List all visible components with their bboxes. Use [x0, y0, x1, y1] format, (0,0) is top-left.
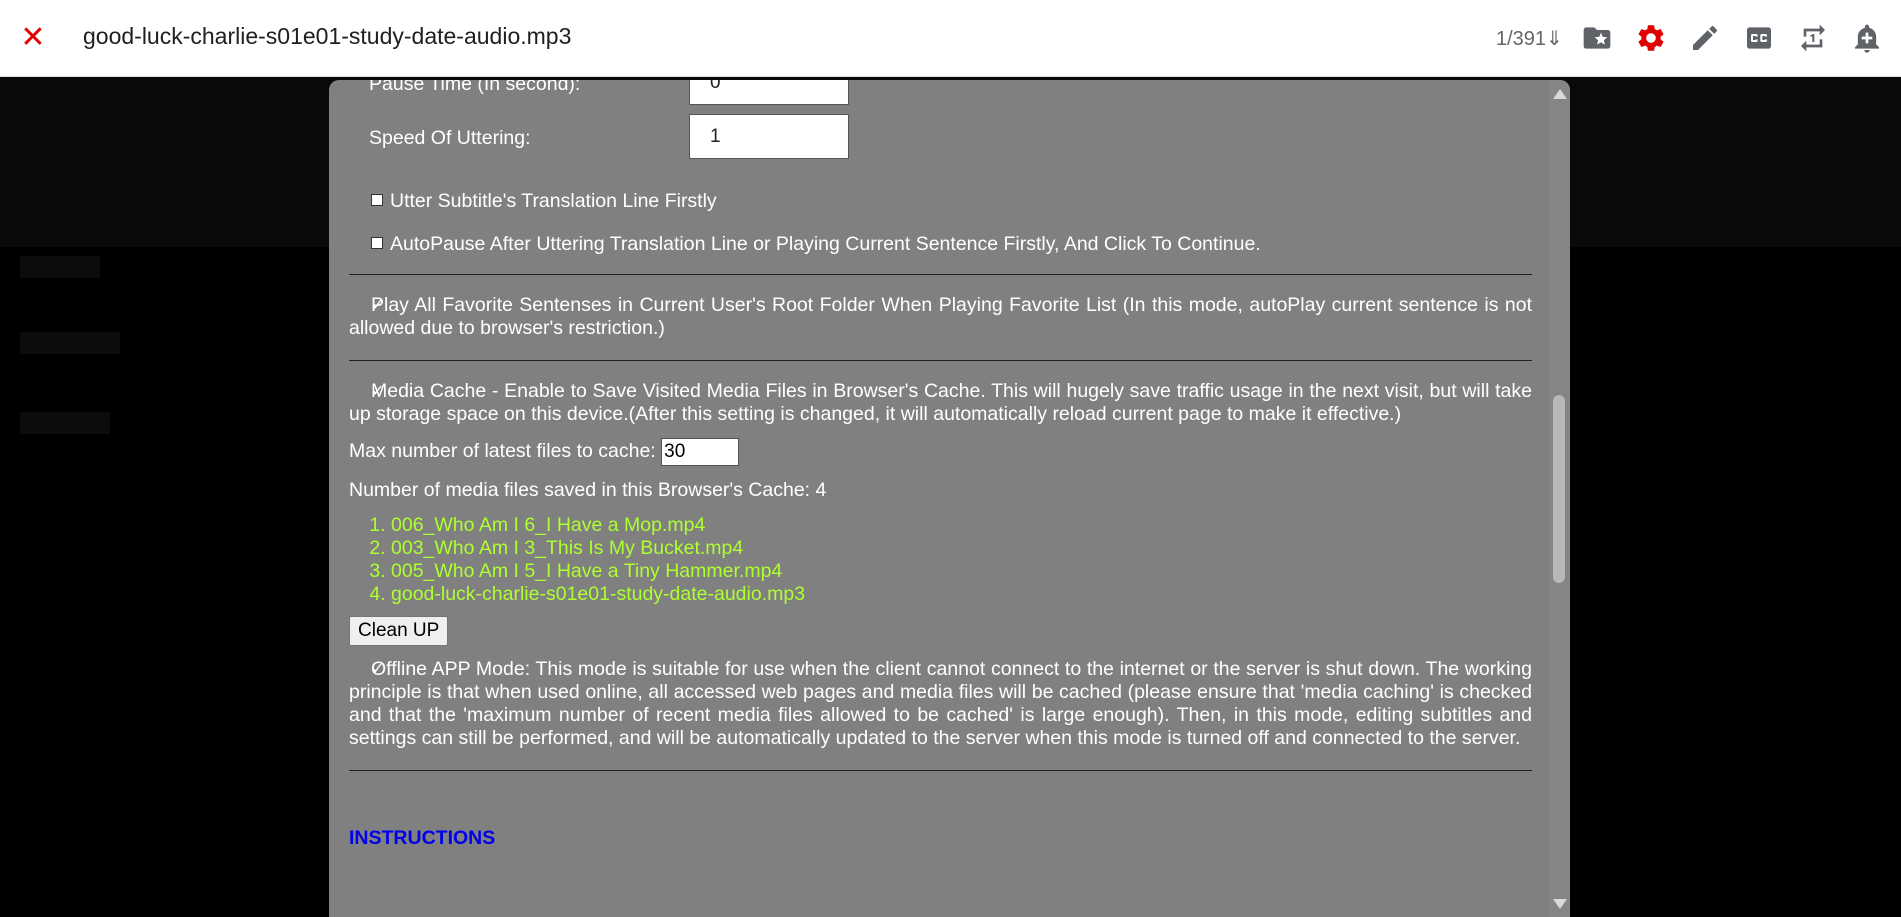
offline-mode-label: Offline APP Mode: This mode is suitable …	[349, 658, 1532, 749]
media-cache-option[interactable]: ✓ Media Cache - Enable to Save Visited Me…	[349, 380, 1532, 426]
offline-check-icon[interactable]: ✓	[349, 658, 384, 681]
favorites-label: Play All Favorite Sentenses in Current U…	[349, 294, 1532, 339]
clean-up-button[interactable]: Clean UP	[349, 616, 449, 646]
utter-translation-checkbox[interactable]	[371, 194, 383, 206]
instructions-link[interactable]: INSTRUCTIONS	[349, 827, 1532, 850]
background-row	[20, 256, 100, 278]
file-title: good-luck-charlie-s01e01-study-date-audi…	[83, 23, 572, 49]
vertical-scrollbar[interactable]	[1549, 80, 1570, 917]
autopause-option[interactable]: AutoPause After Uttering Translation Lin…	[349, 233, 1532, 256]
bookmark-folder-icon[interactable]	[1581, 22, 1613, 54]
cc-icon[interactable]	[1743, 22, 1775, 54]
background-row	[20, 412, 110, 434]
bell-plus-icon[interactable]	[1851, 22, 1883, 54]
background-row	[20, 332, 120, 354]
autopause-checkbox[interactable]	[371, 237, 383, 249]
scroll-thumb[interactable]	[1553, 395, 1565, 583]
pause-time-label: Pause Time (In second):	[369, 80, 581, 95]
list-item: 005_Who Am I 5_I Have a Tiny Hammer.mp4	[391, 560, 1532, 583]
max-files-row: Max number of latest files to cache: 30	[349, 438, 1532, 466]
list-item: 003_Who Am I 3_This Is My Bucket.mp4	[391, 537, 1532, 560]
offline-mode-option[interactable]: ✓ Offline APP Mode: This mode is suitable…	[349, 658, 1532, 750]
repeat-icon[interactable]	[1797, 22, 1829, 54]
top-bar: ✕ good-luck-charlie-s01e01-study-date-au…	[0, 0, 1901, 77]
speed-input[interactable]: 1	[689, 114, 849, 159]
file-counter[interactable]: 1/391⇓	[1496, 26, 1563, 51]
list-item: 006_Who Am I 6_I Have a Mop.mp4	[391, 514, 1532, 537]
media-cache-label: Media Cache - Enable to Save Visited Med…	[349, 380, 1532, 425]
favorites-option[interactable]: ✓ Play All Favorite Sentenses in Current …	[349, 294, 1532, 340]
favorites-check-icon[interactable]: ✓	[349, 294, 384, 317]
pause-time-input[interactable]: 0	[689, 80, 849, 105]
pencil-icon[interactable]	[1689, 22, 1721, 54]
list-item: good-luck-charlie-s01e01-study-date-audi…	[391, 583, 1532, 606]
utter-translation-label: Utter Subtitle's Translation Line Firstl…	[390, 190, 717, 212]
max-files-label: Max number of latest files to cache:	[349, 440, 656, 463]
speed-label: Speed Of Uttering:	[369, 127, 531, 149]
cache-count-text: Number of media files saved in this Brow…	[349, 479, 827, 501]
close-icon[interactable]: ✕	[18, 22, 48, 54]
media-cache-check-icon[interactable]: ✓	[349, 380, 384, 403]
settings-dialog: Pause Time (In second): 0 Speed Of Utter…	[329, 80, 1570, 917]
autopause-label: AutoPause After Uttering Translation Lin…	[390, 233, 1261, 255]
scroll-up-arrow-icon[interactable]	[1553, 89, 1567, 99]
speed-row: Speed Of Uttering: 1	[349, 114, 1532, 159]
pause-time-row: Pause Time (In second): 0	[349, 80, 1532, 105]
scroll-down-arrow-icon[interactable]	[1553, 899, 1567, 909]
gear-icon[interactable]	[1635, 22, 1667, 54]
cached-files-list: 006_Who Am I 6_I Have a Mop.mp4 003_Who …	[349, 514, 1532, 606]
max-files-input[interactable]: 30	[661, 438, 740, 466]
settings-scroll-area[interactable]: Pause Time (In second): 0 Speed Of Utter…	[329, 80, 1549, 917]
utter-translation-option[interactable]: Utter Subtitle's Translation Line Firstl…	[349, 190, 1532, 213]
